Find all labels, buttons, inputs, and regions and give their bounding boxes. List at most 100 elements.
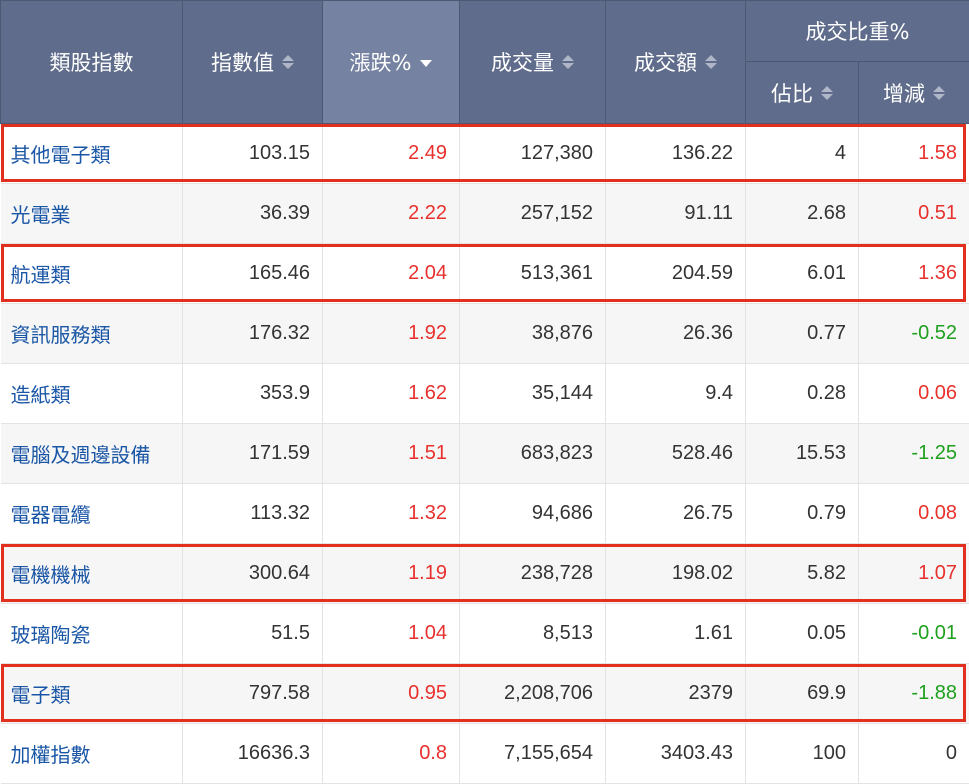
- volume-cell: 683,823: [460, 424, 606, 484]
- sort-updown-icon: [282, 55, 294, 69]
- volume-cell: 94,686: [460, 484, 606, 544]
- amount-cell: 26.75: [606, 484, 746, 544]
- sector-name-cell[interactable]: 加權指數: [1, 724, 183, 784]
- amount-cell: 204.59: [606, 244, 746, 304]
- amount-cell: 528.46: [606, 424, 746, 484]
- index-value-cell: 353.9: [183, 364, 323, 424]
- sector-name-link[interactable]: 玻璃陶瓷: [11, 623, 91, 647]
- index-value-cell: 36.39: [183, 184, 323, 244]
- amount-cell: 3403.43: [606, 724, 746, 784]
- column-header-index-value[interactable]: 指數值: [183, 1, 323, 124]
- table-row[interactable]: 電子類797.580.952,208,706237969.9-1.88: [1, 664, 969, 724]
- column-header-volume-label: 成交量: [491, 51, 554, 75]
- amount-cell: 198.02: [606, 544, 746, 604]
- column-group-header-ratio: 成交比重%: [746, 1, 969, 62]
- volume-cell: 38,876: [460, 304, 606, 364]
- table-row[interactable]: 加權指數16636.30.87,155,6543403.431000: [1, 724, 969, 784]
- table-row[interactable]: 電器電纜113.321.3294,68626.750.790.08: [1, 484, 969, 544]
- ratio-cell: 5.82: [746, 544, 859, 604]
- change-pct-cell: 1.19: [323, 544, 460, 604]
- change-pct-cell: 2.49: [323, 124, 460, 184]
- table-row[interactable]: 電腦及週邊設備 171.591.51683,823528.4615.53-1.25: [1, 424, 969, 484]
- ratio-change-cell: 1.07: [859, 544, 969, 604]
- ratio-change-cell: -0.52: [859, 304, 969, 364]
- sector-index-table: 類股指數 指數值 漲跌% 成交量 成交額 成交比重%: [0, 0, 969, 784]
- sector-name-cell[interactable]: 玻璃陶瓷: [1, 604, 183, 664]
- index-value-cell: 797.58: [183, 664, 323, 724]
- index-value-cell: 300.64: [183, 544, 323, 604]
- column-header-change-pct-label: 漲跌%: [350, 51, 412, 75]
- amount-cell: 1.61: [606, 604, 746, 664]
- column-header-ratio-change-label: 增減: [883, 82, 925, 106]
- sector-name-cell[interactable]: 航運類: [1, 244, 183, 304]
- sector-name-cell[interactable]: 資訊服務類: [1, 304, 183, 364]
- ratio-cell: 0.05: [746, 604, 859, 664]
- column-header-amount-label: 成交額: [634, 51, 697, 75]
- sector-name-link[interactable]: 其他電子類: [11, 143, 111, 167]
- table-row[interactable]: 其他電子類103.152.49127,380136.2241.58: [1, 124, 969, 184]
- sector-name-link[interactable]: 電器電纜: [11, 503, 91, 527]
- sector-index-table-container: 類股指數 指數值 漲跌% 成交量 成交額 成交比重%: [0, 0, 969, 780]
- table-row[interactable]: 光電業36.392.22257,15291.112.680.51: [1, 184, 969, 244]
- ratio-cell: 2.68: [746, 184, 859, 244]
- index-value-cell: 165.46: [183, 244, 323, 304]
- sector-name-link[interactable]: 航運類: [11, 263, 71, 287]
- amount-cell: 9.4: [606, 364, 746, 424]
- change-pct-cell: 1.62: [323, 364, 460, 424]
- ratio-change-cell: 1.58: [859, 124, 969, 184]
- change-pct-cell: 2.22: [323, 184, 460, 244]
- column-header-ratio[interactable]: 佔比: [746, 62, 859, 124]
- column-header-volume[interactable]: 成交量: [460, 1, 606, 124]
- ratio-change-cell: 0.08: [859, 484, 969, 544]
- table-row[interactable]: 電機機械300.641.19238,728198.025.821.07: [1, 544, 969, 604]
- change-pct-cell: 1.51: [323, 424, 460, 484]
- ratio-cell: 6.01: [746, 244, 859, 304]
- sort-updown-icon: [705, 55, 717, 69]
- sector-name-link[interactable]: 造紙類: [11, 383, 71, 407]
- ratio-change-cell: -1.25: [859, 424, 969, 484]
- ratio-cell: 0.79: [746, 484, 859, 544]
- amount-cell: 136.22: [606, 124, 746, 184]
- column-header-amount[interactable]: 成交額: [606, 1, 746, 124]
- sector-name-link[interactable]: 加權指數: [11, 743, 91, 767]
- ratio-change-cell: 0.06: [859, 364, 969, 424]
- ratio-change-cell: 0: [859, 724, 969, 784]
- volume-cell: 513,361: [460, 244, 606, 304]
- sector-name-cell[interactable]: 電子類: [1, 664, 183, 724]
- index-value-cell: 16636.3: [183, 724, 323, 784]
- table-row[interactable]: 資訊服務類176.321.9238,87626.360.77-0.52: [1, 304, 969, 364]
- volume-cell: 257,152: [460, 184, 606, 244]
- volume-cell: 35,144: [460, 364, 606, 424]
- ratio-cell: 15.53: [746, 424, 859, 484]
- sector-name-cell[interactable]: 電機機械: [1, 544, 183, 604]
- column-header-name: 類股指數: [1, 1, 183, 124]
- column-header-ratio-change[interactable]: 增減: [859, 62, 969, 124]
- sector-name-cell[interactable]: 電器電纜: [1, 484, 183, 544]
- sector-name-cell[interactable]: 造紙類: [1, 364, 183, 424]
- table-row[interactable]: 玻璃陶瓷51.51.048,5131.610.05-0.01: [1, 604, 969, 664]
- change-pct-cell: 0.8: [323, 724, 460, 784]
- table-row[interactable]: 航運類165.462.04513,361204.596.011.36: [1, 244, 969, 304]
- sector-name-link[interactable]: 光電業: [11, 203, 71, 227]
- volume-cell: 2,208,706: [460, 664, 606, 724]
- sector-name-link[interactable]: 電機機械: [11, 563, 91, 587]
- sector-name-link[interactable]: 資訊服務類: [11, 323, 111, 347]
- sector-name-link[interactable]: 電腦及週邊設備: [11, 443, 151, 467]
- sector-name-link[interactable]: 電子類: [11, 683, 71, 707]
- sector-name-cell[interactable]: 光電業: [1, 184, 183, 244]
- table-header: 類股指數 指數值 漲跌% 成交量 成交額 成交比重%: [1, 1, 969, 124]
- volume-cell: 7,155,654: [460, 724, 606, 784]
- ratio-change-cell: 1.36: [859, 244, 969, 304]
- sector-name-cell[interactable]: 電腦及週邊設備: [1, 424, 183, 484]
- index-value-cell: 171.59: [183, 424, 323, 484]
- table-row[interactable]: 造紙類353.91.6235,1449.40.280.06: [1, 364, 969, 424]
- column-header-ratio-label: 佔比: [771, 82, 813, 106]
- change-pct-cell: 1.32: [323, 484, 460, 544]
- sort-updown-icon: [933, 86, 945, 100]
- sector-name-cell[interactable]: 其他電子類: [1, 124, 183, 184]
- column-header-change-pct[interactable]: 漲跌%: [323, 1, 460, 124]
- change-pct-cell: 1.04: [323, 604, 460, 664]
- ratio-change-cell: -0.01: [859, 604, 969, 664]
- index-value-cell: 176.32: [183, 304, 323, 364]
- ratio-cell: 69.9: [746, 664, 859, 724]
